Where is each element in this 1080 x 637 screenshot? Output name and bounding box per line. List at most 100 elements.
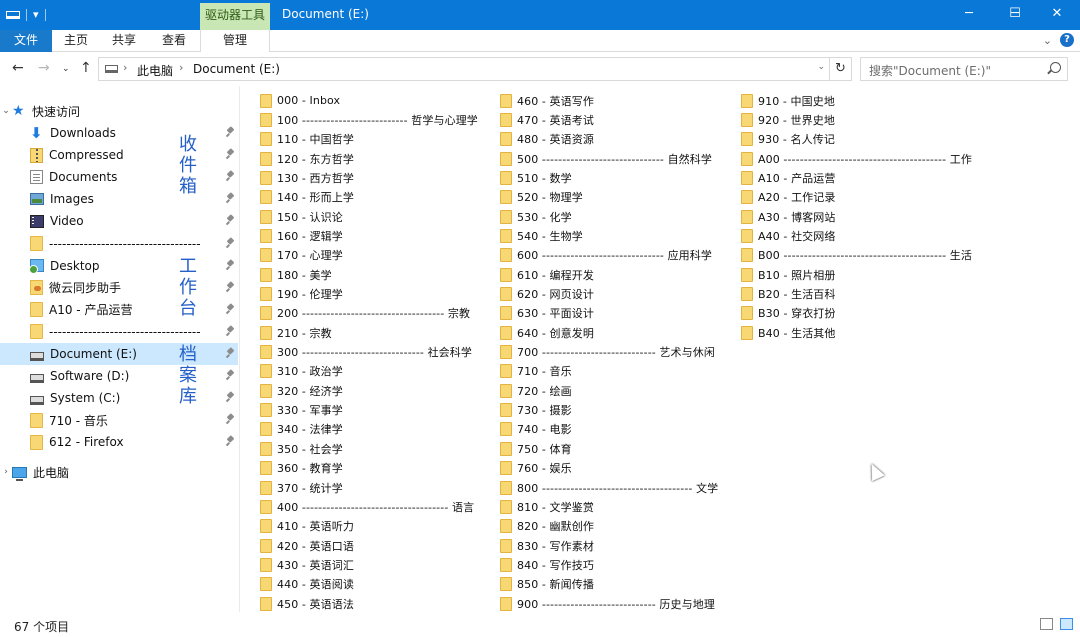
nav-item[interactable]: A10 - 产品运营 (0, 299, 238, 321)
details-view-icon[interactable] (1040, 618, 1053, 630)
nav-quick-access[interactable]: ⌄ ★ 快速访问 (0, 100, 238, 122)
breadcrumb-this-pc[interactable]: 此电脑 (137, 62, 173, 79)
nav-item[interactable]: 710 - 音乐 (0, 409, 238, 431)
folder-item[interactable]: 630 - 平面设计 (500, 304, 594, 323)
nav-item[interactable]: ----------------------------------- (0, 321, 238, 343)
close-button[interactable]: ✕ (1034, 0, 1080, 30)
forward-arrow-icon[interactable]: → (38, 60, 50, 76)
folder-item[interactable]: 320 - 经济学 (260, 381, 343, 400)
chevron-down-icon[interactable]: ⌄ (817, 62, 825, 72)
folder-item[interactable]: 400 ------------------------------------… (260, 497, 474, 516)
nav-item[interactable]: System (C:) (0, 387, 238, 409)
nav-item[interactable]: 微云同步助手 (0, 277, 238, 299)
folder-item[interactable]: B30 - 穿衣打扮 (741, 304, 836, 323)
folder-item[interactable]: 140 - 形而上学 (260, 188, 354, 207)
nav-item[interactable]: Software (D:) (0, 365, 238, 387)
drive-tools-context-tab[interactable]: 驱动器工具 (200, 3, 270, 30)
folder-item[interactable]: 810 - 文学鉴赏 (500, 497, 594, 516)
folder-item[interactable]: 740 - 电影 (500, 420, 572, 439)
nav-item[interactable]: Compressed (0, 144, 238, 166)
pin-icon[interactable] (226, 326, 235, 336)
recent-locations-icon[interactable]: ⌄ (62, 64, 70, 74)
folder-item[interactable]: 600 ------------------------------ 应用科学 (500, 246, 712, 265)
pin-icon[interactable] (226, 215, 235, 225)
folder-item[interactable]: A30 - 博客网站 (741, 207, 835, 226)
folder-item[interactable]: 440 - 英语阅读 (260, 575, 354, 594)
pin-icon[interactable] (226, 414, 235, 424)
refresh-button[interactable]: ↻ (830, 57, 852, 81)
folder-item[interactable]: 900 ---------------------------- 历史与地理 (500, 594, 715, 613)
folder-item[interactable]: 530 - 化学 (500, 207, 572, 226)
folder-item[interactable]: 510 - 数学 (500, 168, 572, 187)
folder-item[interactable]: 540 - 生物学 (500, 226, 583, 245)
pin-icon[interactable] (226, 304, 235, 314)
folder-item[interactable]: 610 - 编程开发 (500, 265, 594, 284)
folder-item[interactable]: B10 - 照片相册 (741, 265, 836, 284)
up-arrow-icon[interactable]: ↑ (80, 60, 92, 76)
pin-icon[interactable] (226, 260, 235, 270)
folder-item[interactable]: 760 - 娱乐 (500, 459, 572, 478)
nav-item[interactable]: Desktop (0, 255, 238, 277)
folder-item[interactable]: 920 - 世界史地 (741, 110, 835, 129)
folder-item[interactable]: 460 - 英语写作 (500, 91, 594, 110)
folder-item[interactable]: 720 - 绘画 (500, 381, 572, 400)
drive-icon[interactable] (6, 10, 20, 19)
minimize-button[interactable]: ─ (946, 0, 992, 30)
folder-item[interactable]: 700 ---------------------------- 艺术与休闲 (500, 343, 715, 362)
search-icon[interactable] (1050, 62, 1061, 73)
folder-item[interactable]: 340 - 法律学 (260, 420, 343, 439)
pin-icon[interactable] (226, 348, 235, 358)
folder-item[interactable]: 370 - 统计学 (260, 478, 343, 497)
folder-item[interactable]: A20 - 工作记录 (741, 188, 835, 207)
folder-item[interactable]: 730 - 摄影 (500, 401, 572, 420)
folder-item[interactable]: 500 ------------------------------ 自然科学 (500, 149, 712, 168)
folder-item[interactable]: 110 - 中国哲学 (260, 130, 354, 149)
nav-item[interactable]: 612 - Firefox (0, 431, 238, 453)
folder-item[interactable]: A40 - 社交网络 (741, 226, 835, 245)
chevron-down-icon[interactable]: ⌄ (0, 106, 12, 116)
folder-item[interactable]: 120 - 东方哲学 (260, 149, 354, 168)
nav-this-pc[interactable]: › 此电脑 (0, 461, 238, 483)
pin-icon[interactable] (226, 238, 235, 248)
folder-item[interactable]: 800 ------------------------------------… (500, 478, 718, 497)
folder-item[interactable]: 150 - 认识论 (260, 207, 343, 226)
chevron-right-icon[interactable]: › (0, 467, 12, 477)
pin-icon[interactable] (226, 149, 235, 159)
tab-file[interactable]: 文件 (0, 30, 52, 52)
folder-item[interactable]: 420 - 英语口语 (260, 536, 354, 555)
search-input[interactable]: 搜索"Document (E:)" (860, 57, 1068, 81)
folder-item[interactable]: 750 - 体育 (500, 439, 572, 458)
folder-item[interactable]: B20 - 生活百科 (741, 285, 836, 304)
folder-item[interactable]: B40 - 生活其他 (741, 323, 836, 342)
folder-item[interactable]: 520 - 物理学 (500, 188, 583, 207)
pin-icon[interactable] (226, 127, 235, 137)
folder-item[interactable]: 470 - 英语考试 (500, 110, 594, 129)
folder-item[interactable]: 330 - 军事学 (260, 401, 343, 420)
folder-item[interactable]: 170 - 心理学 (260, 246, 343, 265)
folder-item[interactable]: A00 ------------------------------------… (741, 149, 972, 168)
pin-icon[interactable] (226, 193, 235, 203)
folder-item[interactable]: 710 - 音乐 (500, 362, 572, 381)
nav-item[interactable]: ----------------------------------- (0, 233, 238, 255)
back-arrow-icon[interactable]: ← (12, 60, 24, 76)
breadcrumb-document-e[interactable]: Document (E:) (193, 62, 280, 76)
tab-view[interactable]: 查看 (154, 30, 194, 52)
folder-item[interactable]: 840 - 写作技巧 (500, 555, 594, 574)
folder-item[interactable]: 410 - 英语听力 (260, 517, 354, 536)
folder-item[interactable]: 130 - 西方哲学 (260, 168, 354, 187)
nav-item[interactable]: ⬇ Downloads (0, 122, 238, 144)
folder-item[interactable]: 910 - 中国史地 (741, 91, 835, 110)
chevron-down-icon[interactable]: ⌄ (1043, 34, 1052, 47)
list-view-icon[interactable] (1060, 618, 1073, 630)
tab-manage[interactable]: 管理 (200, 30, 270, 53)
chevron-right-icon[interactable]: › (123, 61, 127, 74)
folder-item[interactable]: 820 - 幽默创作 (500, 517, 594, 536)
folder-item[interactable]: 350 - 社会学 (260, 439, 343, 458)
folder-item[interactable]: 310 - 政治学 (260, 362, 343, 381)
folder-item[interactable]: 850 - 新闻传播 (500, 575, 594, 594)
folder-item[interactable]: 300 ------------------------------ 社会科学 (260, 343, 472, 362)
folder-item[interactable]: 640 - 创意发明 (500, 323, 594, 342)
folder-item[interactable]: 620 - 网页设计 (500, 285, 594, 304)
pin-icon[interactable] (226, 171, 235, 181)
pin-icon[interactable] (226, 370, 235, 380)
